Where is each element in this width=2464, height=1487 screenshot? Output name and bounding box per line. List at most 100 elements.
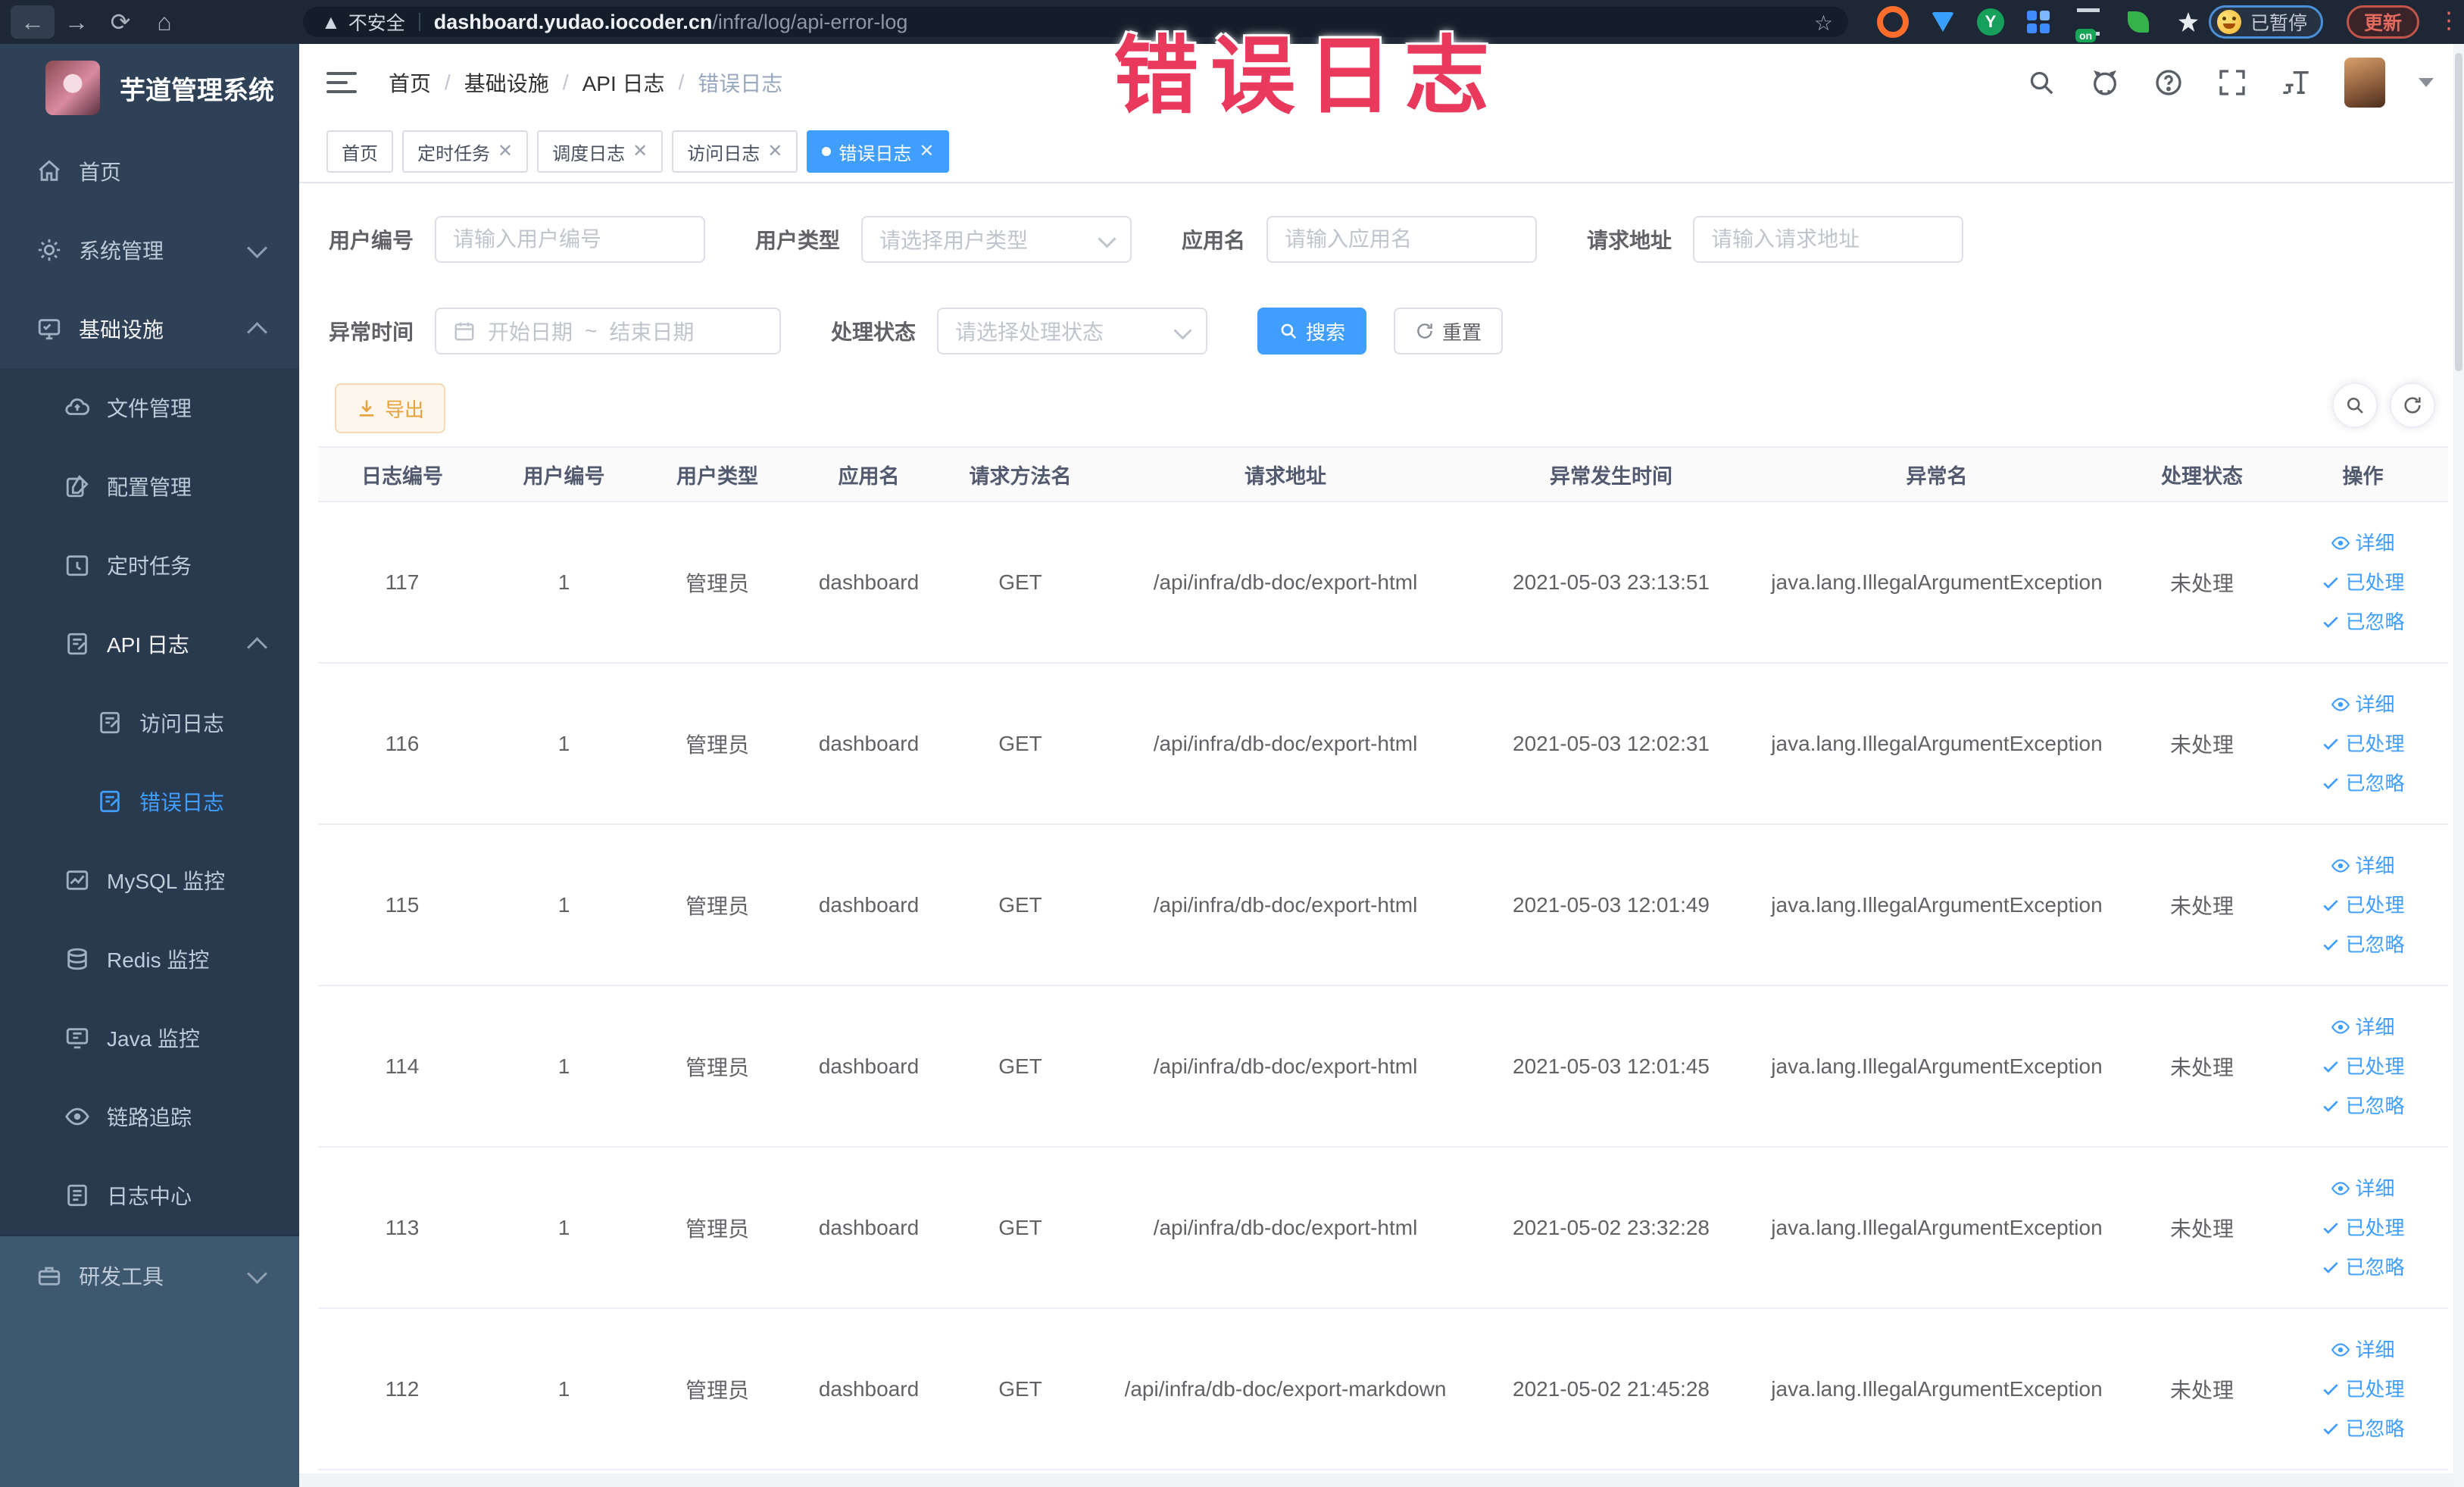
sidebar-item-trace[interactable]: 链路追踪 <box>0 1077 299 1156</box>
sidebar-item-java-monitor[interactable]: Java 监控 <box>0 998 299 1077</box>
extension-icon[interactable] <box>2172 6 2204 38</box>
extension-icon[interactable] <box>2122 6 2154 38</box>
tab-home[interactable]: 首页 <box>326 130 393 173</box>
sidebar-item-error-log[interactable]: 错误日志 <box>0 762 299 841</box>
sidebar-item-label: 访问日志 <box>139 712 225 736</box>
sidebar-item-api-log[interactable]: API 日志 <box>0 604 299 683</box>
action-已处理-link[interactable]: 已处理 <box>2278 886 2447 925</box>
app-name-input[interactable] <box>1266 216 1538 263</box>
user-id-input[interactable] <box>435 216 706 263</box>
reset-button[interactable]: 重置 <box>1394 308 1504 355</box>
sidebar-item-infrastructure[interactable]: 基础设施 <box>0 289 299 368</box>
cell-time: 2021-05-02 23:32:28 <box>1475 1147 1747 1309</box>
chevron-down-icon[interactable] <box>2419 78 2434 87</box>
close-icon[interactable]: ✕ <box>767 142 782 161</box>
action-已处理-link[interactable]: 已处理 <box>2278 1208 2447 1248</box>
cell-actions: 详细 已处理 已忽略 <box>2278 1308 2448 1470</box>
sidebar-item-config-management[interactable]: 配置管理 <box>0 447 299 526</box>
cell-exception: java.lang.IllegalArgumentException <box>1747 986 2126 1148</box>
extension-icon[interactable] <box>2022 6 2054 38</box>
cell-userType: 管理员 <box>642 1308 793 1470</box>
breadcrumb-separator: / <box>562 70 569 94</box>
action-已忽略-link[interactable]: 已忽略 <box>2278 764 2447 803</box>
action-已处理-link[interactable]: 已处理 <box>2278 724 2447 764</box>
sidebar-item-file-management[interactable]: 文件管理 <box>0 368 299 447</box>
fullscreen-icon[interactable] <box>2217 67 2247 98</box>
extension-icon[interactable]: Y <box>1977 8 2004 36</box>
date-range-picker[interactable]: 开始日期 ~ 结束日期 <box>435 308 782 355</box>
action-已忽略-link[interactable]: 已忽略 <box>2278 1086 2447 1126</box>
browser-home-icon[interactable]: ⌂ <box>142 5 186 39</box>
status-select[interactable]: 请选择处理状态 <box>937 308 1208 355</box>
sidebar-item-label: 首页 <box>79 161 122 184</box>
tab-access-log[interactable]: 访问日志 ✕ <box>672 130 798 173</box>
close-icon[interactable]: ✕ <box>632 142 648 161</box>
action-已忽略-link[interactable]: 已忽略 <box>2278 1248 2447 1287</box>
tab-schedule-log[interactable]: 调度日志 ✕ <box>537 130 664 173</box>
font-size-icon[interactable] <box>2281 67 2311 98</box>
scrollbar-thumb[interactable] <box>2455 53 2462 371</box>
action-详细-link[interactable]: 详细 <box>2278 1169 2447 1208</box>
action-已忽略-link[interactable]: 已忽略 <box>2278 925 2447 964</box>
search-icon[interactable] <box>2026 67 2056 98</box>
toggle-search-button[interactable] <box>2332 383 2378 428</box>
sidebar-item-access-log[interactable]: 访问日志 <box>0 683 299 762</box>
bookmark-star-icon[interactable]: ☆ <box>1814 11 1833 36</box>
browser-update-button[interactable]: 更新 <box>2347 5 2420 39</box>
request-url-input[interactable] <box>1693 216 1964 263</box>
table-row: 113 1 管理员 dashboard GET/api/infra/db-doc/exp… <box>318 1147 2448 1309</box>
action-详细-link[interactable]: 详细 <box>2278 685 2447 724</box>
sidebar-toggle-icon[interactable] <box>326 72 357 93</box>
sidebar-item-home[interactable]: 首页 <box>0 132 299 211</box>
user-avatar[interactable] <box>2344 58 2385 108</box>
search-button[interactable]: 搜索 <box>1257 308 1367 355</box>
profile-paused-badge[interactable]: 已暂停 <box>2209 5 2324 39</box>
browser-forward-icon[interactable]: → <box>55 5 98 39</box>
sidebar-logo[interactable]: 芋道管理系统 <box>0 44 299 132</box>
action-详细-link[interactable]: 详细 <box>2278 846 2447 886</box>
action-label: 已处理 <box>2345 732 2405 755</box>
user-type-select[interactable]: 请选择用户类型 <box>861 216 1132 263</box>
action-已处理-link[interactable]: 已处理 <box>2278 1047 2447 1086</box>
sidebar-item-scheduled-tasks[interactable]: 定时任务 <box>0 526 299 604</box>
browser-reload-icon[interactable]: ⟳ <box>98 5 142 39</box>
sidebar-item-mysql-monitor[interactable]: MySQL 监控 <box>0 841 299 920</box>
url-host: dashboard.yudao.iocoder.cn <box>433 10 713 33</box>
action-已忽略-link[interactable]: 已忽略 <box>2278 1409 2447 1448</box>
action-已处理-link[interactable]: 已处理 <box>2278 563 2447 602</box>
sidebar-item-system-management[interactable]: 系统管理 <box>0 211 299 289</box>
table-row: 116 1 管理员 dashboard GET/api/infra/db-doc/exp… <box>318 663 2448 825</box>
calendar-icon <box>454 322 474 341</box>
github-icon[interactable] <box>2090 67 2120 98</box>
address-bar[interactable]: ▲ 不安全 dashboard.yudao.iocoder.cn /infra/… <box>303 7 1848 37</box>
cell-method: GET <box>945 986 1096 1148</box>
action-详细-link[interactable]: 详细 <box>2278 1330 2447 1370</box>
breadcrumb-item[interactable]: API 日志 <box>582 67 665 98</box>
window-scrollbar[interactable] <box>2453 44 2464 1487</box>
browser-back-icon[interactable]: ← <box>11 5 55 39</box>
close-icon[interactable]: ✕ <box>498 142 513 161</box>
close-icon[interactable]: ✕ <box>919 142 934 161</box>
sidebar-item-redis-monitor[interactable]: Redis 监控 <box>0 920 299 998</box>
action-详细-link[interactable]: 详细 <box>2278 523 2447 563</box>
java-icon <box>64 1025 90 1051</box>
help-icon[interactable] <box>2153 67 2184 98</box>
refresh-table-button[interactable] <box>2390 383 2435 428</box>
sidebar-item-log-center[interactable]: 日志中心 <box>0 1156 299 1235</box>
extension-icon[interactable] <box>1877 6 1909 38</box>
extension-icon[interactable]: on <box>2072 6 2104 42</box>
sidebar-item-dev-tools[interactable]: 研发工具 <box>0 1236 299 1315</box>
action-已处理-link[interactable]: 已处理 <box>2278 1370 2447 1409</box>
action-详细-link[interactable]: 详细 <box>2278 1007 2447 1047</box>
column-header-appName: 应用名 <box>793 446 945 502</box>
action-已忽略-link[interactable]: 已忽略 <box>2278 602 2447 642</box>
export-button[interactable]: 导出 <box>335 383 446 433</box>
cell-time: 2021-05-03 12:01:49 <box>1475 824 1747 986</box>
tab-error-log[interactable]: 错误日志 ✕ <box>807 130 950 173</box>
browser-menu-icon[interactable]: ⋮ <box>2437 8 2460 34</box>
tab-scheduled-tasks[interactable]: 定时任务 ✕ <box>402 130 529 173</box>
doc-icon <box>97 710 123 736</box>
extension-icon[interactable] <box>1927 6 1959 38</box>
breadcrumb-item[interactable]: 基础设施 <box>464 67 549 98</box>
breadcrumb-item[interactable]: 首页 <box>389 67 431 98</box>
